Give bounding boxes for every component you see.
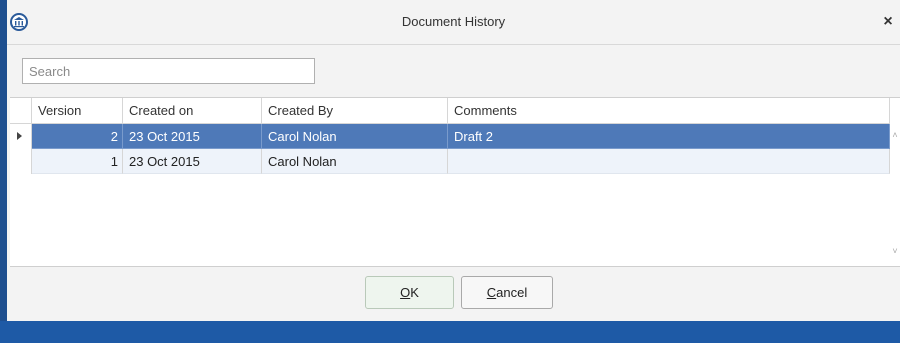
search-input[interactable] — [22, 58, 315, 84]
vertical-scrollbar[interactable]: ˄ ˅ — [890, 124, 900, 264]
document-history-dialog: Document History × Version Created on Cr… — [0, 0, 900, 343]
window-footer-bar — [0, 321, 900, 343]
window-border — [0, 0, 7, 343]
row-indicator[interactable] — [10, 124, 32, 149]
row-indicator[interactable] — [10, 149, 32, 174]
cancel-mnemonic: C — [486, 285, 497, 300]
window-title: Document History — [401, 14, 506, 29]
column-header-created-by[interactable]: Created By — [262, 98, 448, 124]
ok-button[interactable]: OK — [365, 276, 454, 309]
cell-created-on: 23 Oct 2015 — [123, 124, 262, 149]
cell-created-on: 23 Oct 2015 — [123, 149, 262, 174]
cell-created-by: Carol Nolan — [262, 124, 448, 149]
cancel-label-rest: ancel — [496, 285, 528, 300]
table-row[interactable]: 1 23 Oct 2015 Carol Nolan — [32, 149, 890, 174]
dialog-body: Version Created on Created By Comments 2… — [7, 45, 900, 321]
cell-comments: Draft 2 — [448, 124, 890, 149]
cell-comments — [448, 149, 890, 174]
ok-label-rest: K — [410, 285, 419, 300]
scroll-up-icon[interactable]: ˄ — [890, 130, 900, 140]
column-header-comments[interactable]: Comments — [448, 98, 890, 124]
cell-version: 2 — [32, 124, 123, 149]
column-header-created-on[interactable]: Created on — [123, 98, 262, 124]
close-icon[interactable]: × — [880, 14, 896, 30]
cell-version: 1 — [32, 149, 123, 174]
table-row[interactable]: 2 23 Oct 2015 Carol Nolan Draft 2 — [32, 124, 890, 149]
cell-created-by: Carol Nolan — [262, 149, 448, 174]
ok-mnemonic: O — [400, 285, 411, 300]
current-row-arrow-icon — [17, 132, 22, 140]
row-indicator-header — [10, 98, 32, 124]
cancel-button[interactable]: Cancel — [461, 276, 553, 309]
version-history-table: Version Created on Created By Comments 2… — [10, 97, 900, 267]
scroll-down-icon[interactable]: ˅ — [890, 246, 900, 256]
column-header-version[interactable]: Version — [32, 98, 123, 124]
title-bar: Document History × — [7, 0, 900, 45]
